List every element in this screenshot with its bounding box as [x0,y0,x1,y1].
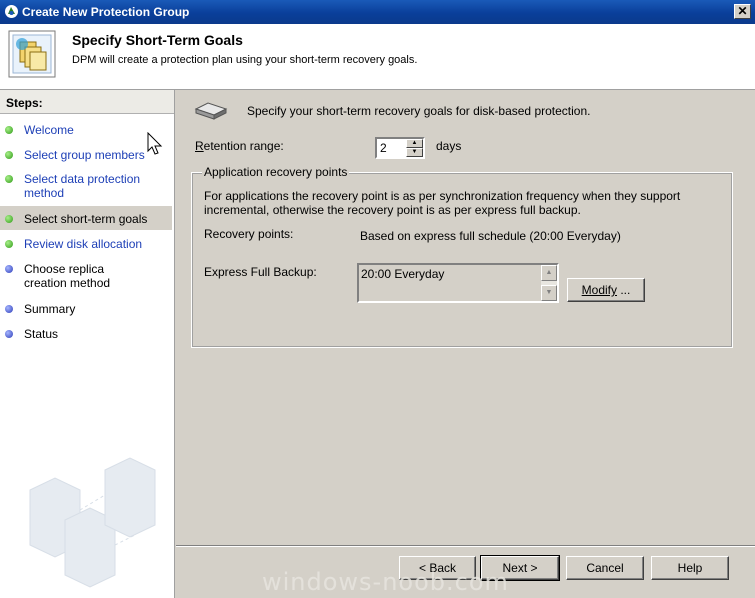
scroll-up-icon[interactable]: ▲ [541,265,557,281]
step-complete-icon [5,175,13,183]
steps-heading: Steps: [0,90,174,114]
modify-button[interactable]: Modify ... [567,278,645,302]
dpm-app-icon [5,5,18,18]
retention-range-label: Retention range: [195,139,284,153]
protection-group-icon [8,30,56,78]
step-label: Status [24,327,59,341]
step-label: Select group members [24,148,145,162]
stepper-down-icon[interactable]: ▼ [406,148,423,157]
step-choose-replica-creation-method: Choose replica creation method [0,262,150,290]
list-item[interactable]: 20:00 Everyday [361,267,444,281]
step-complete-icon [5,240,13,248]
close-button[interactable]: ✕ [734,4,751,19]
recovery-points-label: Recovery points: [204,227,294,241]
wizard-header: Specify Short-Term Goals DPM will create… [0,24,755,90]
retention-range-input[interactable] [378,140,406,156]
step-complete-icon [5,126,13,134]
step-review-disk-allocation[interactable]: Review disk allocation [0,237,172,251]
hard-disk-icon [194,102,228,120]
watermark: windows-noob.com [262,568,509,596]
retention-unit-label: days [436,139,462,153]
page-title: Specify Short-Term Goals [72,32,243,48]
window-title: Create New Protection Group [22,5,190,19]
step-select-data-protection-method[interactable]: Select data protection method [0,172,150,200]
modify-button-accesskey: Modify [581,283,617,297]
retention-range-stepper[interactable]: ▲ ▼ [375,137,425,159]
group-title: Application recovery points [202,165,350,179]
steps-panel: Steps: Welcome Select group members Sele… [0,90,175,598]
page-subtitle: DPM will create a protection plan using … [72,54,418,66]
stepper-up-icon[interactable]: ▲ [406,139,423,148]
modify-button-text: ... [617,283,631,297]
step-label: Select data protection method [24,172,141,200]
step-label: Select short-term goals [24,212,148,226]
application-recovery-points-group: Application recovery points For applicat… [191,165,733,348]
retention-range-label-accesskey: R [195,139,204,153]
help-button[interactable]: Help [651,556,729,580]
step-label: Review disk allocation [24,237,143,251]
step-label: Summary [24,302,76,316]
servers-decoration-icon [29,457,156,588]
recovery-points-value: Based on express full schedule (20:00 Ev… [360,229,621,243]
group-description: For applications the recovery point is a… [204,189,681,217]
retention-range-label-text: etention range: [203,139,284,153]
step-pending-icon [5,305,13,313]
step-select-short-term-goals[interactable]: Select short-term goals [0,206,172,230]
step-complete-icon [5,151,13,159]
cancel-button[interactable]: Cancel [566,556,644,580]
mouse-cursor-icon [147,132,163,155]
step-current-icon [5,215,13,223]
step-pending-icon [5,330,13,338]
footer-divider [176,545,755,547]
express-full-backup-label: Express Full Backup: [204,265,317,279]
stepper-arrows: ▲ ▼ [406,139,423,157]
list-scrollbar[interactable]: ▲ ▼ [541,265,557,301]
step-label: Choose replica creation method [24,262,111,290]
main-content: Specify your short-term recovery goals f… [176,90,755,598]
express-full-backup-list[interactable]: 20:00 Everyday ▲ ▼ [357,263,559,303]
title-bar: Create New Protection Group ✕ [0,0,755,24]
intro-text: Specify your short-term recovery goals f… [247,104,591,118]
step-pending-icon [5,265,13,273]
step-summary: Summary [0,302,172,316]
step-label: Welcome [24,123,74,137]
step-status: Status [0,327,172,341]
scroll-down-icon[interactable]: ▼ [541,285,557,301]
